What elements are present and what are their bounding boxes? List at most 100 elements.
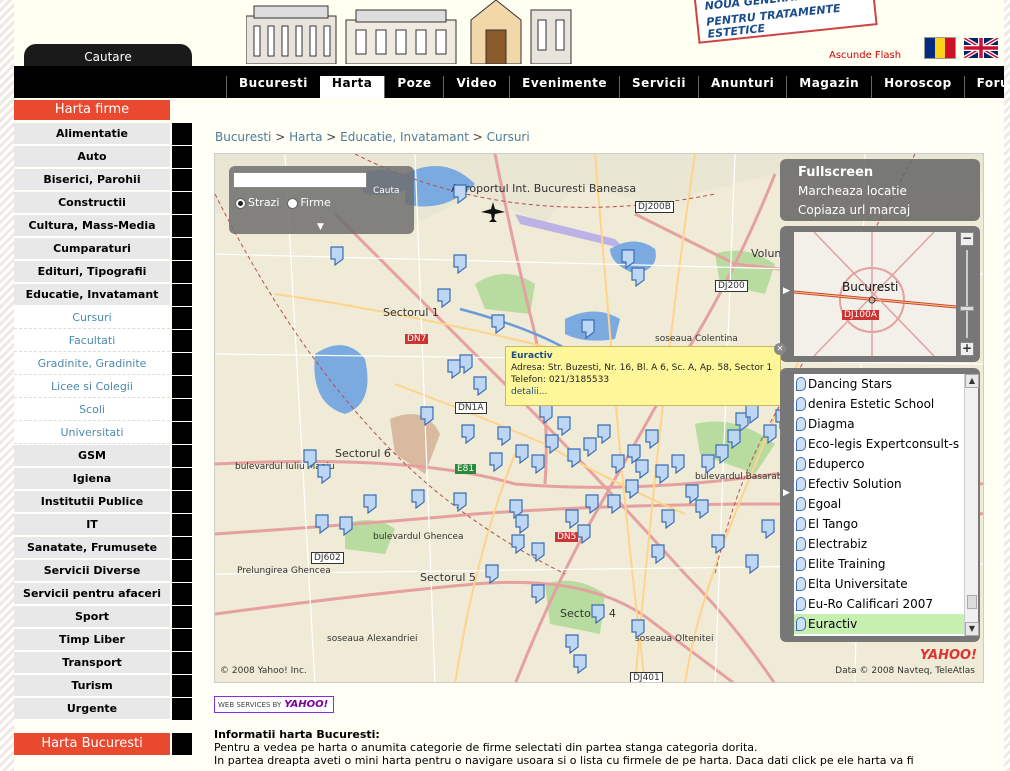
hide-flash-link[interactable]: Ascunde Flash: [829, 50, 901, 61]
minimap[interactable]: Bucuresti DJ100A: [794, 232, 956, 356]
company-marker-icon[interactable]: [761, 519, 775, 539]
sidebar-item-gradinite-gradinite[interactable]: Gradinite, Gradinite: [14, 353, 170, 375]
company-list-item[interactable]: Egoal: [794, 494, 964, 514]
nav-item-harta[interactable]: Harta: [319, 76, 385, 98]
zoom-track[interactable]: [966, 250, 968, 338]
company-marker-icon[interactable]: [473, 376, 487, 396]
company-marker-icon[interactable]: [567, 448, 581, 468]
sidebar-item-turism[interactable]: Turism: [14, 675, 170, 697]
sidebar-item-it[interactable]: IT: [14, 514, 170, 536]
company-marker-icon[interactable]: [635, 459, 649, 479]
company-marker-icon[interactable]: [515, 444, 529, 464]
zoom-slider[interactable]: [960, 306, 974, 311]
sidebar-item-constructii[interactable]: Constructii: [14, 192, 170, 214]
company-marker-icon[interactable]: [727, 429, 741, 449]
sidebar-item-servicii-pentru-afaceri[interactable]: Servicii pentru afaceri: [14, 583, 170, 605]
company-marker-icon[interactable]: [745, 404, 759, 424]
company-list-item[interactable]: Elta Universitate: [794, 574, 964, 594]
company-marker-icon[interactable]: [745, 554, 759, 574]
company-marker-icon[interactable]: [621, 249, 635, 269]
company-marker-icon[interactable]: [531, 454, 545, 474]
radio-firme[interactable]: Firme: [287, 196, 331, 209]
company-list-item[interactable]: Euractiv: [794, 614, 964, 634]
company-list-item[interactable]: denira Estetic School: [794, 394, 964, 414]
company-marker-icon[interactable]: [711, 534, 725, 554]
sidebar-item-sanatate-frumusete[interactable]: Sanatate, Frumusete: [14, 537, 170, 559]
scroll-thumb[interactable]: [967, 595, 977, 609]
company-marker-icon[interactable]: [655, 464, 669, 484]
sidebar-item-biserici-parohii[interactable]: Biserici, Parohii: [14, 169, 170, 191]
company-marker-icon[interactable]: [461, 424, 475, 444]
sidebar-item-urgente[interactable]: Urgente: [14, 698, 170, 720]
zoom-out-button[interactable]: −: [960, 232, 974, 246]
company-list-item[interactable]: Electrabiz: [794, 534, 964, 554]
sidebar-item-servicii-diverse[interactable]: Servicii Diverse: [14, 560, 170, 582]
company-marker-icon[interactable]: [453, 254, 467, 274]
company-marker-icon[interactable]: [695, 499, 709, 519]
company-marker-icon[interactable]: [631, 267, 645, 287]
company-marker-icon[interactable]: [585, 494, 599, 514]
company-marker-icon[interactable]: [317, 464, 331, 484]
sidebar-item-gsm[interactable]: GSM: [14, 445, 170, 467]
radio-strazi[interactable]: Strazi: [235, 196, 279, 209]
sidebar-item-facultati[interactable]: Facultati: [14, 330, 170, 352]
popup-title[interactable]: Euractiv: [511, 350, 775, 362]
company-marker-icon[interactable]: [539, 404, 553, 424]
minimap-toggle-icon[interactable]: ▶: [783, 286, 790, 296]
sidebar-item-cursuri[interactable]: Cursuri: [14, 307, 170, 329]
company-list-item[interactable]: Elite Training: [794, 554, 964, 574]
company-marker-icon[interactable]: [411, 489, 425, 509]
company-marker-icon[interactable]: [515, 514, 529, 534]
company-marker-icon[interactable]: [661, 509, 675, 529]
sidebar-item-universitati[interactable]: Universitati: [14, 422, 170, 444]
company-marker-icon[interactable]: [671, 454, 685, 474]
nav-item-servicii[interactable]: Servicii: [619, 76, 698, 98]
company-marker-icon[interactable]: [453, 184, 467, 204]
company-list-item[interactable]: El Tango: [794, 514, 964, 534]
company-marker-icon[interactable]: [545, 434, 559, 454]
scroll-down-icon[interactable]: ▼: [965, 622, 979, 636]
company-marker-icon[interactable]: [701, 454, 715, 474]
sidebar-item-cultura-mass-media[interactable]: Cultura, Mass-Media: [14, 215, 170, 237]
company-marker-icon[interactable]: [363, 494, 377, 514]
company-marker-icon[interactable]: [631, 619, 645, 639]
company-marker-icon[interactable]: [597, 424, 611, 444]
company-marker-icon[interactable]: [531, 584, 545, 604]
company-marker-icon[interactable]: [577, 524, 591, 544]
sidebar-item-timp-liber[interactable]: Timp Liber: [14, 629, 170, 651]
breadcrumb-educatie[interactable]: Educatie, Invatamant: [340, 130, 469, 144]
company-marker-icon[interactable]: [485, 564, 499, 584]
company-marker-icon[interactable]: [645, 429, 659, 449]
sidebar-item-alimentatie[interactable]: Alimentatie: [14, 123, 170, 145]
map-view[interactable]: Aeroportul Int. Bucuresti Baneasa Sector…: [214, 153, 984, 683]
company-marker-icon[interactable]: [420, 406, 434, 426]
company-marker-icon[interactable]: [573, 654, 587, 674]
nav-item-evenimente[interactable]: Evenimente: [509, 76, 619, 98]
company-marker-icon[interactable]: [330, 246, 344, 266]
search-tab[interactable]: Cautare: [24, 44, 192, 66]
company-list-item[interactable]: Eco-legis Expertconsult-s: [794, 434, 964, 454]
breadcrumb-bucuresti[interactable]: Bucuresti: [215, 130, 271, 144]
popup-details-link[interactable]: detalii...: [511, 386, 775, 398]
nav-item-anunturi[interactable]: Anunturi: [698, 76, 786, 98]
breadcrumb-cursuri[interactable]: Cursuri: [487, 130, 530, 144]
sidebar-item-scoli[interactable]: Scoli: [14, 399, 170, 421]
company-marker-icon[interactable]: [339, 516, 353, 536]
list-toggle-icon[interactable]: ▶: [783, 488, 790, 498]
sidebar-item-educatie-invatamant[interactable]: Educatie, Invatamant: [14, 284, 170, 306]
company-marker-icon[interactable]: [625, 479, 639, 499]
breadcrumb-harta[interactable]: Harta: [289, 130, 322, 144]
sidebar-item-licee-si-colegii[interactable]: Licee si Colegii: [14, 376, 170, 398]
company-marker-icon[interactable]: [497, 426, 511, 446]
map-search-input[interactable]: [233, 172, 367, 188]
sidebar-item-igiena[interactable]: Igiena: [14, 468, 170, 490]
company-marker-icon[interactable]: [453, 492, 467, 512]
nav-item-horoscop[interactable]: Horoscop: [871, 76, 964, 98]
company-marker-icon[interactable]: [651, 544, 665, 564]
company-marker-icon[interactable]: [565, 634, 579, 654]
scroll-up-icon[interactable]: ▲: [965, 374, 979, 388]
company-list-item[interactable]: Dancing Stars: [794, 374, 964, 394]
map-search-button[interactable]: Cauta: [373, 186, 400, 196]
company-list-item[interactable]: Eu-Ro Calificari 2007: [794, 594, 964, 614]
sidebar-item-cumparaturi[interactable]: Cumparaturi: [14, 238, 170, 260]
